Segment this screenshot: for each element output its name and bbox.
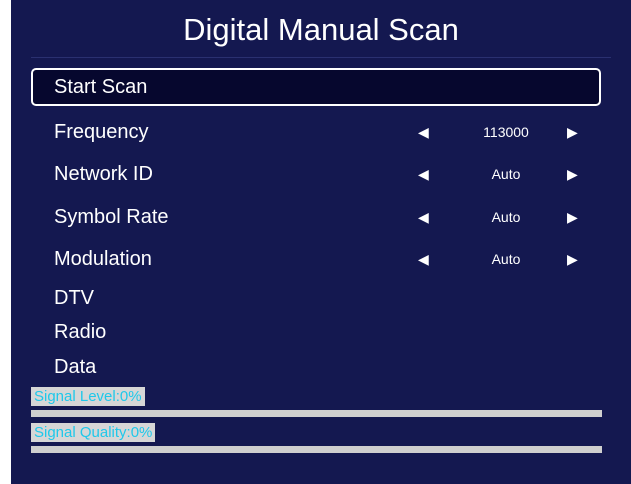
network-id-label: Network ID (54, 163, 153, 185)
modulation-item[interactable]: Modulation ◀ Auto ▶ (31, 241, 601, 277)
network-id-item[interactable]: Network ID ◀ Auto ▶ (31, 156, 601, 192)
symbol-rate-label: Symbol Rate (54, 206, 169, 228)
arrow-left-icon[interactable]: ◀ (418, 241, 429, 277)
signal-quality-bar (31, 446, 602, 453)
arrow-left-icon[interactable]: ◀ (418, 156, 429, 192)
radio-item[interactable]: Radio (31, 314, 601, 350)
start-scan-label: Start Scan (54, 76, 148, 98)
start-scan-item[interactable]: Start Scan (31, 68, 601, 106)
arrow-right-icon[interactable]: ▶ (567, 199, 578, 235)
page-title: Digital Manual Scan (183, 12, 459, 47)
scan-panel: Digital Manual Scan Start Scan Frequency… (11, 0, 631, 484)
arrow-left-icon[interactable]: ◀ (418, 114, 429, 150)
frequency-value: 113000 (483, 124, 529, 140)
modulation-value: Auto (491, 251, 521, 267)
modulation-label: Modulation (54, 248, 152, 270)
signal-level-bar (31, 410, 602, 417)
data-label: Data (54, 356, 97, 378)
dtv-item[interactable]: DTV (31, 280, 601, 316)
radio-label: Radio (54, 321, 107, 343)
network-id-value: Auto (491, 166, 521, 182)
arrow-left-icon[interactable]: ◀ (418, 199, 429, 235)
arrow-right-icon[interactable]: ▶ (567, 114, 578, 150)
symbol-rate-item[interactable]: Symbol Rate ◀ Auto ▶ (31, 199, 601, 235)
frequency-label: Frequency (54, 121, 149, 143)
frequency-item[interactable]: Frequency ◀ 113000 ▶ (31, 114, 601, 150)
symbol-rate-value: Auto (491, 209, 521, 225)
arrow-right-icon[interactable]: ▶ (567, 156, 578, 192)
arrow-right-icon[interactable]: ▶ (567, 241, 578, 277)
dtv-label: DTV (54, 287, 94, 309)
signal-level-label: Signal Level:0% (31, 387, 145, 406)
data-item[interactable]: Data (31, 349, 601, 385)
signal-quality-label: Signal Quality:0% (31, 423, 156, 442)
title-divider (31, 57, 611, 58)
